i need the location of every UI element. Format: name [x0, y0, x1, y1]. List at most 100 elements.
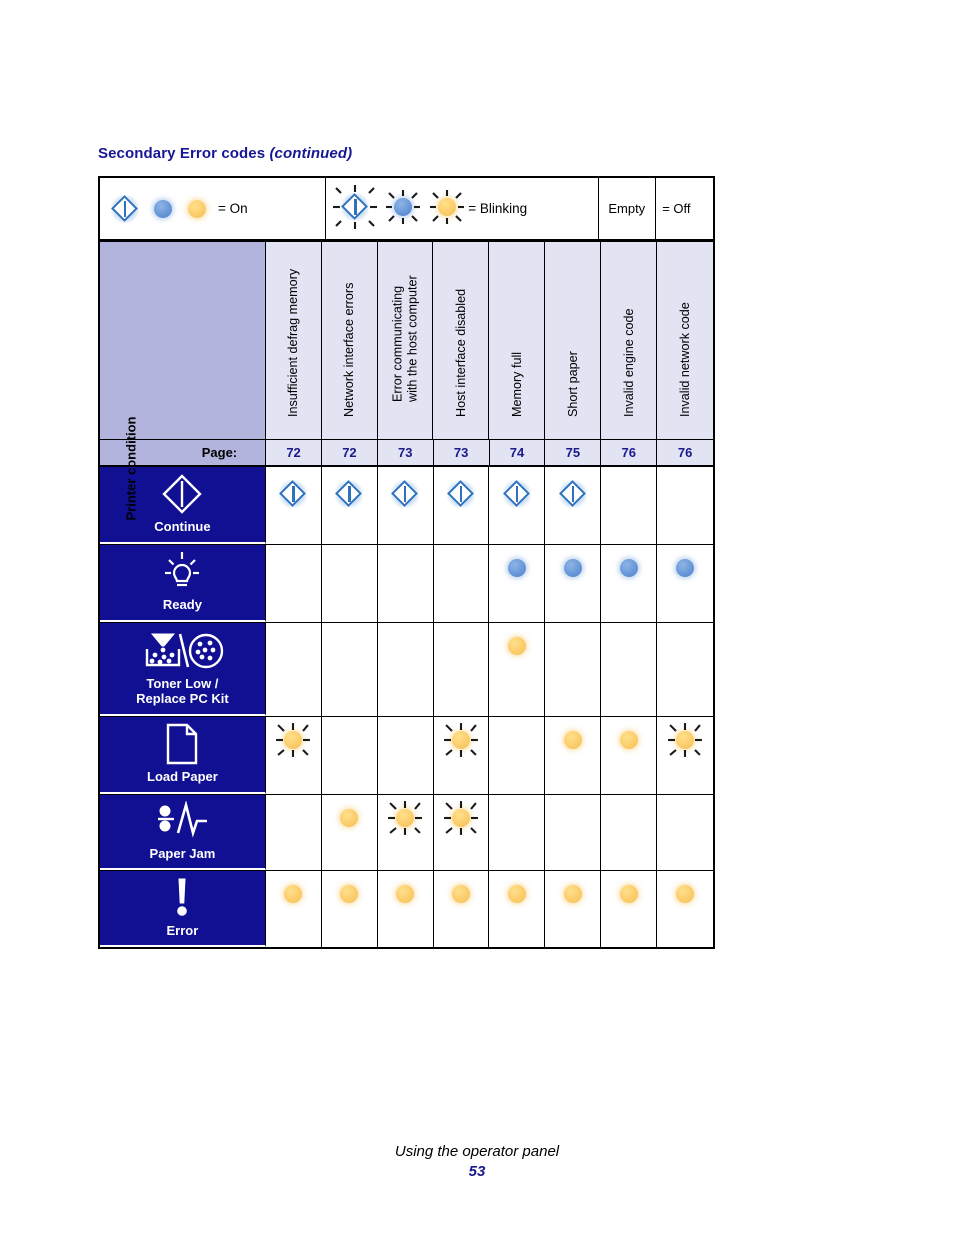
column-header-0: Insufficient defrag memory	[265, 242, 322, 439]
row-label-ready: Ready	[100, 545, 266, 622]
row-label-text: Ready	[162, 597, 202, 612]
legend-on-label: = On	[218, 201, 248, 216]
row-label-toner-low-replace-pc-kit: Toner Low / Replace PC Kit	[100, 623, 266, 716]
blue-light-indicator-icon	[562, 557, 584, 584]
row-label-text: Load Paper	[147, 769, 218, 784]
yellow-light-indicator-blinking-icon	[388, 801, 423, 835]
yellow-light-indicator-icon	[618, 883, 640, 910]
status-cell	[545, 717, 602, 794]
status-cell	[265, 467, 322, 544]
page-number-cell: 74	[489, 440, 546, 465]
status-cell	[265, 795, 322, 870]
legend-off-cell: = Off	[656, 178, 713, 239]
row-label-text: Continue	[154, 519, 211, 534]
column-header-1: Network interface errors	[321, 242, 378, 439]
column-header-label: Error communicating with the host compute…	[390, 275, 420, 402]
diamond-indicator-icon	[502, 479, 532, 514]
status-cell	[601, 795, 658, 870]
column-header-row: Printer condition Insufficient defrag me…	[100, 242, 713, 521]
page-number-cell: 76	[601, 440, 658, 465]
status-cell	[433, 467, 490, 544]
row-label-error: Error	[100, 871, 266, 947]
status-cell	[489, 795, 546, 870]
column-header-6: Invalid engine code	[601, 242, 658, 439]
status-cell	[657, 467, 713, 544]
status-row: Toner Low / Replace PC Kit	[100, 623, 713, 717]
status-cell	[377, 623, 434, 716]
status-cell	[489, 623, 546, 716]
status-cell	[321, 467, 378, 544]
status-cell	[265, 545, 322, 622]
column-header-4: Memory full	[489, 242, 546, 439]
column-header-label: Invalid network code	[678, 302, 693, 417]
status-row: Ready	[100, 545, 713, 623]
status-row: Continue	[100, 467, 713, 545]
column-header-label: Invalid engine code	[621, 308, 636, 417]
column-header-label: Short paper	[565, 351, 580, 417]
yellow-light-indicator-blinking-icon	[276, 723, 311, 757]
blue-light-indicator-icon	[152, 198, 174, 220]
status-row: Error	[100, 871, 713, 947]
yellow-light-indicator-icon	[618, 729, 640, 756]
status-cell	[433, 623, 490, 716]
status-cell	[657, 623, 713, 716]
yellow-light-indicator-icon	[674, 883, 696, 910]
status-cell	[489, 871, 546, 947]
footer-page-number: 53	[468, 1163, 486, 1180]
status-cell	[321, 871, 378, 947]
page-number-cell: 72	[266, 440, 322, 465]
diamond-indicator-icon	[110, 194, 140, 224]
status-cell	[489, 467, 546, 544]
blue-light-indicator-blinking-icon	[386, 190, 421, 224]
yellow-light-indicator-icon	[338, 883, 360, 910]
status-cell	[377, 871, 434, 947]
status-cell	[657, 871, 713, 947]
blue-light-indicator-icon	[506, 557, 528, 584]
yellow-light-indicator-icon	[450, 883, 472, 910]
status-cell	[545, 871, 602, 947]
yellow-light-indicator-icon	[338, 807, 360, 834]
status-cell	[601, 545, 658, 622]
legend-off-label: = Off	[662, 201, 691, 216]
toner-cartridge-icon	[140, 630, 224, 672]
page-number-cell: 73	[433, 440, 490, 465]
status-cell	[265, 871, 322, 947]
status-cell	[601, 871, 658, 947]
yellow-light-indicator-icon	[394, 883, 416, 910]
blue-light-indicator-icon	[674, 557, 696, 584]
row-label-text: Error	[166, 922, 199, 938]
column-header-label: Insufficient defrag memory	[286, 268, 301, 417]
status-cell	[433, 545, 490, 622]
legend-blinking-cell: = Blinking	[326, 178, 600, 239]
status-cell	[377, 545, 434, 622]
page-title: Secondary Error codes (continued)	[98, 145, 352, 162]
status-cell	[433, 871, 490, 947]
legend-blinking-label: = Blinking	[468, 201, 528, 216]
exclamation-icon	[171, 877, 193, 919]
page-number-cell: 76	[657, 440, 713, 465]
status-cell	[657, 545, 713, 622]
status-cell	[433, 717, 490, 794]
status-cell	[265, 623, 322, 716]
status-row: Paper Jam	[100, 795, 713, 871]
status-rows: Continue Ready Toner Low / Replace PC Kit Lo…	[100, 467, 713, 947]
column-header-label: Memory full	[509, 351, 524, 417]
status-cell	[321, 717, 378, 794]
diamond-indicator-icon	[390, 479, 420, 514]
page-number-cell: 73	[377, 440, 434, 465]
yellow-light-indicator-icon	[562, 883, 584, 910]
column-header-7: Invalid network code	[657, 242, 713, 439]
yellow-light-indicator-blinking-icon	[444, 801, 478, 835]
status-cell	[545, 467, 602, 544]
yellow-light-indicator-blinking-icon	[444, 723, 478, 757]
status-cell	[545, 795, 602, 870]
status-codes-table: = On = Blinking Empty = Off Printer cond…	[98, 176, 715, 949]
blue-light-indicator-icon	[618, 557, 640, 584]
light-bulb-icon	[160, 551, 204, 593]
row-label-text: Paper Jam	[149, 846, 216, 861]
yellow-light-indicator-blinking-icon	[668, 723, 702, 757]
diamond-indicator-icon	[446, 479, 476, 514]
status-row: Load Paper	[100, 717, 713, 795]
page-number-row: Page: 72 72 73 73 74 75 76 76	[100, 440, 713, 467]
status-cell	[601, 717, 658, 794]
